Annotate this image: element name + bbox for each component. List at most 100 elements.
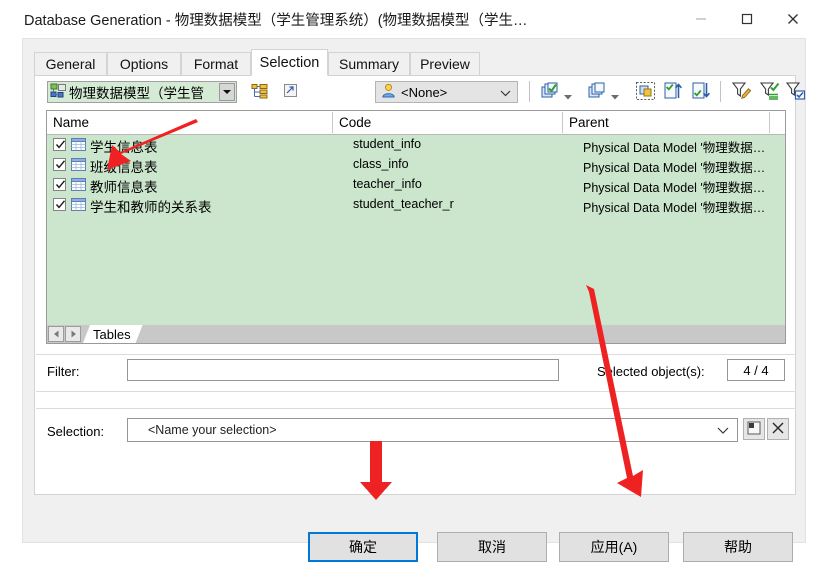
select-all-button[interactable] — [540, 82, 560, 102]
tab-format[interactable]: Format — [181, 52, 251, 75]
tab-selection[interactable]: Selection — [251, 49, 328, 76]
object-list-header: Name Code Parent — [47, 111, 785, 135]
owner-filter-dropdown-button[interactable] — [500, 86, 511, 100]
model-combo[interactable]: 物理数据模型（学生管 — [47, 81, 237, 103]
delete-selection-icon — [771, 421, 785, 438]
model-combo-value: 物理数据模型（学生管 — [69, 86, 204, 101]
table-row[interactable]: 教师信息表 teacher_info Physical Data Model '… — [47, 175, 785, 195]
toolbar-separator-2 — [720, 81, 721, 102]
owner-filter-value: <None> — [401, 84, 448, 100]
sheet-next-button[interactable] — [65, 326, 81, 342]
object-list-body: 学生信息表 student_info Physical Data Model '… — [47, 135, 785, 325]
divider-below-filter — [36, 391, 796, 392]
edit-filter-button[interactable] — [731, 81, 752, 103]
row-name: 学生和教师的关系表 — [90, 200, 212, 215]
row-code: teacher_info — [353, 177, 422, 191]
apply-filter-button[interactable] — [759, 81, 780, 103]
row-name: 学生信息表 — [90, 140, 158, 155]
triangle-right-icon — [71, 330, 76, 338]
table-icon — [71, 158, 86, 174]
save-selection-button[interactable] — [743, 418, 765, 440]
row-checkbox[interactable] — [53, 158, 66, 171]
table-row[interactable]: 学生信息表 student_info Physical Data Model '… — [47, 135, 785, 155]
window-title: Database Generation - 物理数据模型（学生管理系统）(物理数… — [24, 13, 528, 29]
tab-general[interactable]: General — [34, 52, 107, 75]
window-controls — [678, 0, 816, 38]
object-list[interactable]: Name Code Parent 学生信息表 student_info Phys… — [46, 110, 786, 325]
title-bar: Database Generation - 物理数据模型（学生管理系统）(物理数… — [0, 0, 826, 38]
filter-apply-icon — [759, 81, 780, 103]
invert-selection-icon — [635, 81, 655, 103]
column-divider-3[interactable] — [769, 112, 770, 133]
selected-objects-count: 4 / 4 — [727, 359, 785, 381]
row-parent: Physical Data Model '物理数据… — [583, 141, 766, 155]
owner-filter-combo[interactable]: <None> — [375, 81, 518, 103]
deselect-all-caret-button[interactable] — [611, 89, 619, 103]
select-related-down-button[interactable] — [691, 82, 711, 102]
selection-toolbar: 物理数据模型（学生管 <None> — [35, 76, 806, 110]
selection-combo[interactable]: <Name your selection> — [127, 418, 738, 442]
column-header-code[interactable]: Code — [333, 111, 562, 133]
select-all-caret-button[interactable] — [564, 89, 572, 103]
tree-hierarchy-button[interactable] — [250, 82, 270, 102]
sheet-tab-label: Tables — [93, 326, 131, 342]
select-down-icon — [692, 82, 711, 102]
sheet-prev-button[interactable] — [48, 326, 64, 342]
model-tree-icon — [50, 83, 67, 102]
checkmark-icon — [55, 140, 66, 149]
maximize-button[interactable] — [724, 0, 770, 38]
row-checkbox[interactable] — [53, 198, 66, 211]
delete-selection-button[interactable] — [767, 418, 789, 440]
chevron-down-icon — [500, 90, 511, 97]
filter-edit-icon — [731, 81, 752, 103]
deselect-all-icon — [588, 82, 606, 102]
maximize-icon — [741, 13, 753, 25]
column-header-name[interactable]: Name — [47, 111, 332, 133]
filter-options-button[interactable] — [785, 81, 806, 102]
tab-preview[interactable]: Preview — [410, 52, 480, 75]
row-name: 班级信息表 — [90, 160, 158, 175]
close-button[interactable] — [770, 0, 816, 38]
filter-input[interactable] — [127, 359, 559, 381]
table-row[interactable]: 班级信息表 class_info Physical Data Model '物理… — [47, 155, 785, 175]
table-row[interactable]: 学生和教师的关系表 student_teacher_r Physical Dat… — [47, 195, 785, 215]
column-header-parent[interactable]: Parent — [563, 111, 769, 133]
selection-label: Selection: — [47, 424, 105, 439]
filter-label: Filter: — [47, 364, 80, 379]
tab-strip: General Options Format Selection Summary… — [34, 49, 796, 76]
sheet-tab-tables[interactable]: Tables — [83, 325, 143, 343]
select-related-up-button[interactable] — [663, 82, 683, 102]
checkmark-icon — [55, 200, 66, 209]
row-parent: Physical Data Model '物理数据… — [583, 201, 766, 215]
invert-selection-button[interactable] — [635, 81, 655, 103]
tab-summary[interactable]: Summary — [328, 52, 410, 75]
table-icon — [71, 138, 86, 154]
tab-options[interactable]: Options — [107, 52, 181, 75]
select-up-icon — [664, 82, 683, 102]
page-bottom-text-sliver — [0, 552, 826, 560]
external-shortcut-button[interactable] — [280, 82, 300, 102]
deselect-all-button[interactable] — [587, 82, 607, 102]
selection-combo-dropdown-button[interactable] — [717, 424, 729, 438]
chevron-down-icon — [223, 90, 231, 94]
caret-down-icon — [564, 95, 572, 100]
sheet-tab-bar: Tables — [46, 325, 786, 344]
row-checkbox[interactable] — [53, 178, 66, 191]
divider-above-filter — [36, 354, 796, 355]
minimize-icon — [696, 18, 706, 20]
divider-above-selection — [36, 408, 796, 409]
row-code: student_info — [353, 137, 422, 151]
model-combo-dropdown-button[interactable] — [219, 83, 235, 101]
triangle-left-icon — [53, 330, 58, 338]
minimize-button[interactable] — [678, 0, 724, 38]
caret-down-icon — [611, 95, 619, 100]
table-icon — [71, 178, 86, 194]
external-shortcut-icon — [283, 83, 298, 101]
row-checkbox[interactable] — [53, 138, 66, 151]
checkmark-icon — [55, 160, 66, 169]
chevron-down-icon — [717, 427, 729, 434]
tree-hierarchy-icon — [251, 83, 269, 102]
save-selection-icon — [747, 421, 761, 438]
row-parent: Physical Data Model '物理数据… — [583, 161, 766, 175]
selected-objects-label: Selected object(s): — [597, 364, 705, 379]
